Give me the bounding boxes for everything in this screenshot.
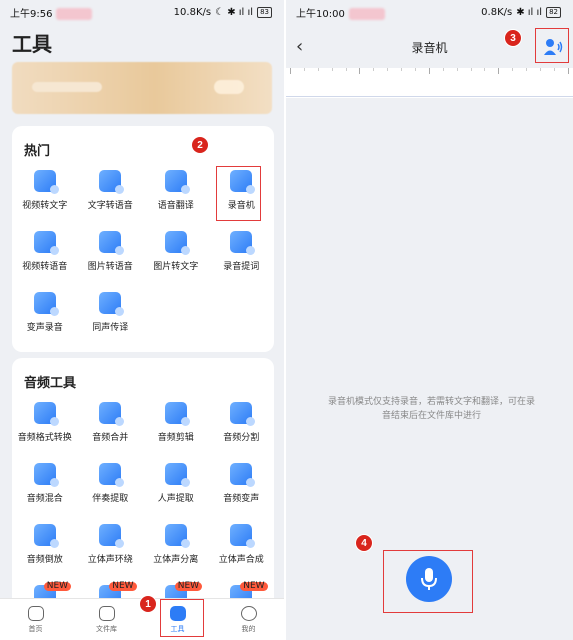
hot-tools-card: 热门 视频转文字 文字转语音 语音翻译 录音机 视频转语音 图片转语音 图片转文… <box>12 126 274 352</box>
status-bar: 上午9:56 10.8K/s ☾ ✱ ıl ıl 83 <box>0 0 284 24</box>
waveform-area <box>286 68 573 98</box>
promo-banner[interactable] <box>12 62 272 114</box>
audio-split-icon <box>230 402 256 426</box>
network-speed: 10.8K/s <box>173 6 212 18</box>
network-speed: 0.8K/s <box>481 6 513 18</box>
tool-stereo-surround[interactable]: 立体声环绕 <box>78 516 144 577</box>
tool-vocal-extract[interactable]: 人声提取 <box>143 455 209 516</box>
tool-teleprompter[interactable]: 录音提词 <box>209 223 275 284</box>
image-speech-icon <box>99 231 125 255</box>
tool-audio-format[interactable]: 音频格式转换 <box>12 394 78 455</box>
nav-profile[interactable]: 我的 <box>213 599 284 640</box>
stereo-surround-icon <box>99 524 125 548</box>
vocal-extract-icon <box>164 463 190 487</box>
section-heading-hot: 热门 <box>24 144 51 159</box>
profile-icon <box>240 605 257 621</box>
blurred-notification <box>56 7 93 20</box>
folder-icon <box>98 605 115 621</box>
section-heading-audio: 音频工具 <box>24 376 77 391</box>
voice-change-icon <box>230 463 256 487</box>
tool-simultaneous-interpret[interactable]: 同声传译 <box>78 284 144 345</box>
highlight-tools-tab <box>160 599 204 637</box>
video-audio-icon <box>33 231 59 255</box>
back-icon[interactable]: ‹ <box>296 36 303 57</box>
recorder-hint: 录音机模式仅支持录音，若需转文字和翻译，可在录音结束后在文件库中进行 <box>327 397 535 421</box>
tool-audio-cut[interactable]: 音频剪辑 <box>143 394 209 455</box>
translate-icon <box>164 170 190 194</box>
highlight-voice-mode <box>535 28 569 63</box>
text-speech-icon <box>99 170 125 194</box>
tool-video-to-audio[interactable]: 视频转语音 <box>12 223 78 284</box>
tool-text-to-speech[interactable]: 文字转语音 <box>78 162 144 223</box>
tool-video-to-text[interactable]: 视频转文字 <box>12 162 78 223</box>
audio-merge-icon <box>99 402 125 426</box>
step-badge-4: 4 <box>356 535 372 551</box>
tool-audio-split[interactable]: 音频分割 <box>209 394 275 455</box>
recorder-screen: 上午10:00 0.8K/s ✱ ıl ıl 82 ‹ 录音机 录音机模式仅支持… <box>286 0 573 640</box>
new-badge: NEW <box>109 582 137 591</box>
voice-changer-icon <box>33 292 59 316</box>
step-badge-2: 2 <box>192 137 208 153</box>
audio-mix-icon <box>33 463 59 487</box>
nav-files[interactable]: 文件库 <box>71 599 142 640</box>
audio-tools-card: 音频工具 音频格式转换 音频合并 音频剪辑 音频分割 音频混合 伴奏提取 人声提… <box>12 358 274 618</box>
tool-audio-merge[interactable]: 音频合并 <box>78 394 144 455</box>
teleprompter-icon <box>230 231 256 255</box>
tool-audio-voice-change[interactable]: 音频变声 <box>209 455 275 516</box>
video-text-icon <box>33 170 59 194</box>
home-icon <box>27 605 44 621</box>
tool-voice-translate[interactable]: 语音翻译 <box>143 162 209 223</box>
blurred-notification <box>348 7 385 20</box>
step-badge-3: 3 <box>505 30 521 46</box>
signal-icon: ☾ ✱ ıl ıl <box>215 6 254 18</box>
tool-stereo-compose[interactable]: 立体声合成 <box>209 516 275 577</box>
battery-icon: 83 <box>257 6 272 18</box>
signal-icon: ✱ ıl ıl <box>516 6 543 18</box>
page-title: 录音机 <box>411 40 448 55</box>
recorder-header: ‹ 录音机 <box>286 24 573 70</box>
timeline-ticks <box>286 68 573 74</box>
highlight-recorder-tool <box>216 166 261 221</box>
audio-reverse-icon <box>33 524 59 548</box>
new-badge: NEW <box>240 582 268 591</box>
interpret-icon <box>99 292 125 316</box>
new-badge: NEW <box>174 582 203 591</box>
stereo-separate-icon <box>164 524 190 548</box>
tool-audio-mix[interactable]: 音频混合 <box>12 455 78 516</box>
tool-audio-reverse[interactable]: 音频倒放 <box>12 516 78 577</box>
step-badge-1: 1 <box>140 596 156 612</box>
tool-image-to-text[interactable]: 图片转文字 <box>143 223 209 284</box>
tool-voice-changer[interactable]: 变声录音 <box>12 284 78 345</box>
image-text-icon <box>164 231 190 255</box>
audio-cut-icon <box>164 402 190 426</box>
highlight-record-button <box>383 550 473 613</box>
tool-accompaniment[interactable]: 伴奏提取 <box>78 455 144 516</box>
status-bar: 上午10:00 0.8K/s ✱ ıl ıl 82 <box>286 0 573 24</box>
stereo-compose-icon <box>230 524 256 548</box>
page-title: 工具 <box>12 32 52 56</box>
audio-format-icon <box>33 402 59 426</box>
waveform-baseline <box>286 96 573 97</box>
nav-home[interactable]: 首页 <box>0 599 71 640</box>
tool-image-to-speech[interactable]: 图片转语音 <box>78 223 144 284</box>
accompaniment-icon <box>99 463 125 487</box>
tool-stereo-separate[interactable]: 立体声分离 <box>143 516 209 577</box>
tools-screen: 上午9:56 10.8K/s ☾ ✱ ıl ıl 83 工具 热门 视频转文字 … <box>0 0 284 640</box>
status-time: 上午9:56 <box>10 8 53 20</box>
status-time: 上午10:00 <box>296 8 345 20</box>
new-badge: NEW <box>43 582 72 591</box>
battery-icon: 82 <box>546 6 561 18</box>
